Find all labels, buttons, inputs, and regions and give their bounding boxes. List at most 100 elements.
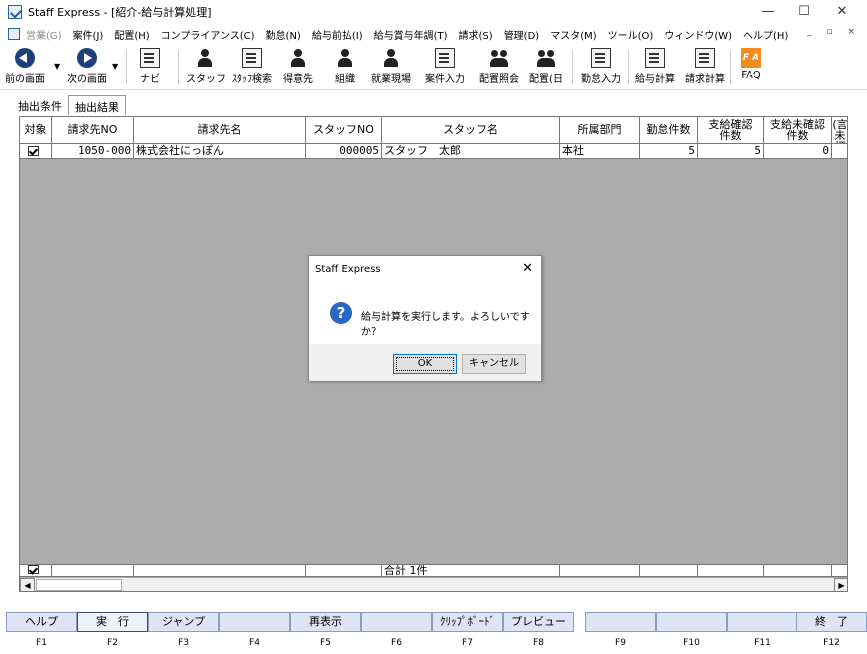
organization-icon [335,48,355,68]
maximize-button[interactable]: ☐ [784,0,824,24]
placement-inquiry-icon [489,48,509,68]
fkey-f4[interactable]: F4 [219,612,290,654]
fkey-f1[interactable]: ヘルプ F1 [6,612,77,654]
fkey-f11-button[interactable] [727,612,798,632]
placement-daily-button[interactable]: 配置(日 [526,48,566,88]
scroll-thumb[interactable] [36,579,122,591]
fkey-f4-button[interactable] [219,612,290,632]
scroll-left-icon[interactable]: ◀ [20,578,35,591]
footer-cell [560,565,640,577]
placement-inquiry-label: 配置照会 [479,74,519,85]
menu-advance-pay[interactable]: 給与前払(I) [312,27,363,42]
header-target[interactable]: 対象 [20,117,52,144]
title-bar: Staff Express - [紹介-給与計算処理] — ☐ ✕ [0,0,867,24]
fkey-f2[interactable]: 実 行 F2 [77,612,148,654]
faq-button[interactable]: F A Q FAQ [736,48,766,88]
close-button[interactable]: ✕ [822,0,862,24]
billing-button[interactable]: 請求計算 [682,48,728,88]
mdi-window-controls[interactable]: _ ▫ × [807,27,861,37]
menu-jobs[interactable]: 案件(J) [73,27,104,42]
horizontal-scrollbar[interactable]: ◀ ▶ [20,577,847,591]
fkey-f12-button[interactable]: 終 了 [796,612,867,632]
scroll-right-icon[interactable]: ▶ [834,578,847,591]
forward-label: 次の画面 [67,74,107,85]
fkey-f3[interactable]: ジャンプ F3 [148,612,219,654]
header-department[interactable]: 所属部門 [560,117,640,144]
fkey-f12[interactable]: 終 了 F12 [796,612,867,654]
fkey-f5[interactable]: 再表示 F5 [290,612,361,654]
header-billing-name[interactable]: 請求先名 [134,117,306,144]
cancel-button[interactable]: キャンセル [462,354,526,374]
header-unconfirmed-count[interactable]: 支給未確認 件数 [764,117,832,144]
fkey-f6-label: F6 [391,638,402,648]
menu-placement[interactable]: 配置(H) [114,27,149,42]
menu-attendance[interactable]: 勤怠(N) [266,27,301,42]
row-staff-name: スタッフ 太郎 [382,144,560,159]
navi-icon [140,48,160,68]
fkey-f10-button[interactable] [656,612,727,632]
menu-payroll[interactable]: 給与賞与年調(T) [374,27,448,42]
back-button[interactable]: 前の画面 [2,48,48,88]
menu-sales[interactable]: 営業(G) [26,27,62,42]
header-confirmed-count[interactable]: 支給確認 件数 [698,117,764,144]
forward-dropdown-icon[interactable]: ▼ [112,62,118,71]
fkey-f9-button[interactable] [585,612,656,632]
fkey-f3-button[interactable]: ジャンプ [148,612,219,632]
navi-button[interactable]: ナビ [134,48,166,88]
dialog-message: 給与計算を実行します。よろしいですか？ [361,312,530,338]
menu-billing[interactable]: 請求(S) [459,27,493,42]
row-target-cell[interactable] [20,144,52,159]
ok-button[interactable]: OK [393,354,457,374]
back-dropdown-icon[interactable]: ▼ [54,62,60,71]
tab-extraction-conditions[interactable]: 抽出条件 [12,95,68,115]
row-checkbox[interactable] [28,146,39,156]
placement-daily-label: 配置(日 [529,74,563,85]
header-staff-no[interactable]: スタッフNO [306,117,382,144]
header-partial-column[interactable]: (言 未打 [832,117,847,144]
payroll-button[interactable]: 給与計算 [632,48,678,88]
staff-button[interactable]: スタッフ [186,48,226,88]
dialog-close-icon[interactable]: ✕ [522,261,533,276]
row-staff-no: 000005 [306,144,382,159]
fkey-f9[interactable]: F9 [585,612,656,654]
menu-tools[interactable]: ツール(O) [608,27,654,42]
header-staff-name[interactable]: スタッフ名 [382,117,560,144]
forward-button[interactable]: 次の画面 [64,48,110,88]
select-all-checkbox[interactable] [28,565,39,574]
attendance-entry-button[interactable]: 勤怠入力 [578,48,624,88]
organization-button[interactable]: 組織 [330,48,360,88]
fkey-f11[interactable]: F11 [727,612,798,654]
footer-select-all-cell[interactable] [20,565,52,577]
fkey-f7-button[interactable]: ｸﾘｯﾌﾟﾎﾞｰﾄﾞ [432,612,503,632]
mdi-child-icon[interactable] [8,28,20,40]
fkey-f6[interactable]: F6 [361,612,432,654]
header-billing-no[interactable]: 請求先NO [52,117,134,144]
menu-master[interactable]: マスタ(M) [550,27,596,42]
table-row[interactable]: 1050-000 株式会社にっぽん 000005 スタッフ 太郎 本社 5 5 … [20,144,847,159]
fkey-f5-button[interactable]: 再表示 [290,612,361,632]
menu-compliance[interactable]: コンプライアンス(C) [161,27,255,42]
menu-bar: 営業(G) 案件(J) 配置(H) コンプライアンス(C) 勤怠(N) 給与前払… [0,24,867,44]
confirm-dialog: Staff Express ✕ ? 給与計算を実行します。よろしいですか？ OK… [308,255,542,381]
fkey-f7[interactable]: ｸﾘｯﾌﾟﾎﾞｰﾄﾞ F7 [432,612,503,654]
worksite-button[interactable]: 就業現場 [368,48,414,88]
fkey-f2-button[interactable]: 実 行 [77,612,148,632]
fkey-f1-button[interactable]: ヘルプ [6,612,77,632]
tab-extraction-results[interactable]: 抽出結果 [68,95,126,115]
fkey-f1-label: F1 [36,638,47,648]
fkey-f8-button[interactable]: プレビュー [503,612,574,632]
fkey-f8[interactable]: プレビュー F8 [503,612,574,654]
fkey-f6-button[interactable] [361,612,432,632]
customer-button[interactable]: 得意先 [280,48,316,88]
back-arrow-icon [15,48,35,68]
window-title: Staff Express - [紹介-給与計算処理] [28,6,212,19]
staff-search-button[interactable]: ｽﾀｯﾌ検索 [228,48,276,88]
menu-window[interactable]: ウィンドウ(W) [664,27,732,42]
fkey-f10[interactable]: F10 [656,612,727,654]
placement-inquiry-button[interactable]: 配置照会 [476,48,522,88]
menu-admin[interactable]: 管理(D) [504,27,540,42]
menu-help[interactable]: ヘルプ(H) [743,27,788,42]
minimize-button[interactable]: — [748,0,788,24]
header-attendance-count[interactable]: 勤怠件数 [640,117,698,144]
job-entry-button[interactable]: 案件入力 [422,48,468,88]
